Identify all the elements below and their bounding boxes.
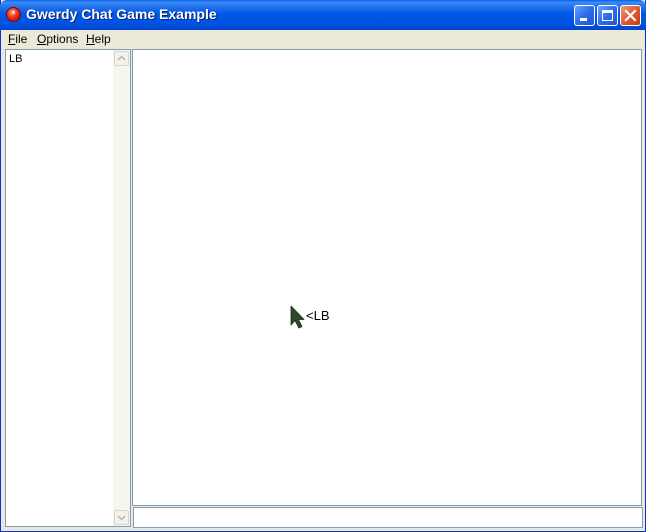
title-bar[interactable]: * Gwerdy Chat Game Example <box>0 0 646 30</box>
menu-bar: File Options Help <box>1 30 645 48</box>
menu-options[interactable]: Options <box>37 32 78 46</box>
minimize-button[interactable] <box>574 5 595 26</box>
player-list[interactable]: LB <box>5 49 131 527</box>
arrow-cursor-icon <box>290 305 305 329</box>
menu-file[interactable]: File <box>8 32 27 46</box>
scroll-down-button[interactable] <box>114 510 129 525</box>
menu-help-mnemonic: H <box>86 32 95 46</box>
app-window: * Gwerdy Chat Game Example File Options … <box>0 0 646 532</box>
player-list-scrollbar[interactable] <box>113 50 130 526</box>
close-button[interactable] <box>620 5 641 26</box>
maximize-icon <box>602 10 613 21</box>
minimize-icon <box>580 18 587 21</box>
menu-help-label: elp <box>94 32 111 46</box>
scroll-up-button[interactable] <box>114 51 129 66</box>
player-list-item[interactable]: LB <box>9 53 22 65</box>
client-area: LB <LB <box>4 48 643 529</box>
app-icon[interactable]: * <box>6 7 21 22</box>
menu-options-mnemonic: O <box>37 32 47 46</box>
game-canvas[interactable]: <LB <box>132 49 642 506</box>
window-title: Gwerdy Chat Game Example <box>26 6 217 22</box>
menu-options-label: ptions <box>46 32 79 46</box>
player-avatar-label: <LB <box>306 308 330 323</box>
maximize-button[interactable] <box>597 5 618 26</box>
menu-file-label: ile <box>15 32 28 46</box>
menu-help[interactable]: Help <box>86 32 111 46</box>
chat-input[interactable] <box>133 507 643 528</box>
close-icon <box>624 9 637 22</box>
chevron-down-icon <box>117 515 126 521</box>
chevron-up-icon <box>117 55 126 61</box>
